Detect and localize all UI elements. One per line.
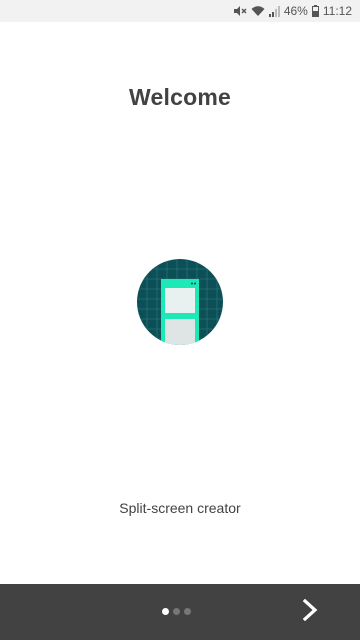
- signal-icon: [268, 5, 280, 17]
- onboarding-screen: 46% 11:12 Welcome Split-screen creator: [0, 0, 360, 640]
- next-button[interactable]: [290, 592, 330, 632]
- page-dot-1: [162, 608, 169, 615]
- page-title: Welcome: [129, 84, 231, 110]
- split-screen-icon: [137, 259, 223, 345]
- battery-percent: 46%: [283, 4, 308, 18]
- chevron-right-icon: [302, 598, 318, 626]
- bottom-navigation-bar: [0, 584, 360, 640]
- wifi-icon: [251, 5, 265, 17]
- status-bar: 46% 11:12: [0, 0, 360, 22]
- page-dot-2: [173, 608, 180, 615]
- page-indicator: [162, 608, 191, 615]
- battery-icon: [311, 5, 319, 17]
- page-subtitle: Split-screen creator: [119, 500, 241, 516]
- page-dot-3: [184, 608, 191, 615]
- mute-icon: [233, 5, 247, 17]
- status-time: 11:12: [322, 4, 352, 18]
